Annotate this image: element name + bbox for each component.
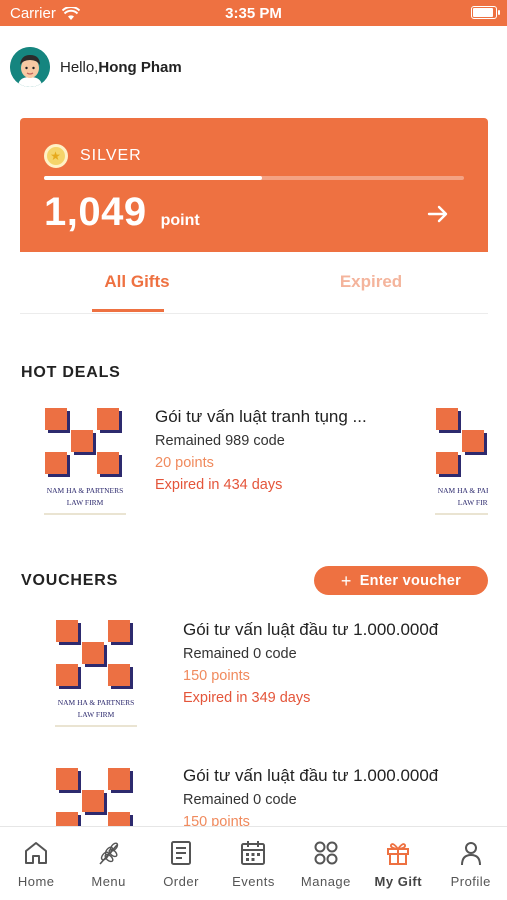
tab-profile-label: Profile — [450, 874, 491, 889]
person-icon — [460, 842, 481, 866]
tier-progress-bar — [44, 176, 464, 180]
deal-points: 20 points — [155, 455, 214, 471]
tier-badge: ★ SILVER — [44, 144, 142, 168]
document-icon — [171, 841, 192, 865]
avatar-illustration-icon — [10, 47, 50, 87]
deal-expiry: Expired in 434 days — [155, 477, 283, 493]
tab-my-gift[interactable]: My Gift — [362, 827, 434, 900]
voucher-title: Gói tư vấn luật đầu tư 1.000.000đ — [183, 766, 439, 785]
deal-title: Gói tư vấn luật tranh tụng ... — [155, 407, 367, 426]
tab-expired[interactable]: Expired — [254, 252, 488, 313]
membership-card[interactable]: ★ SILVER 1,049 point — [20, 118, 488, 252]
user-name: Hong Pham — [98, 58, 182, 76]
tab-menu-label: Menu — [91, 874, 126, 889]
enter-voucher-label: Enter voucher — [359, 572, 462, 589]
voucher-logo[interactable]: NAM HA & PARTNERS LAW FIRM — [53, 617, 139, 729]
enter-voucher-button[interactable]: + Enter voucher — [314, 566, 488, 595]
tab-order-label: Order — [163, 874, 199, 889]
deal-logo-partial[interactable]: NAM HA & PARTNERS LAW FIRM — [433, 405, 488, 517]
svg-text:LAW FIRM: LAW FIRM — [67, 498, 104, 507]
deal-logo[interactable]: NAM HA & PARTNERS LAW FIRM — [42, 405, 128, 517]
law-firm-logo-icon: NAM HA & PARTNERS LAW FIRM — [44, 408, 126, 515]
voucher-remained: Remained 0 code — [183, 792, 297, 808]
tab-profile[interactable]: Profile — [435, 827, 507, 900]
hot-deals-title: HOT DEALS — [21, 364, 121, 381]
tab-menu[interactable]: Menu — [72, 827, 144, 900]
tab-home[interactable]: Home — [0, 827, 72, 900]
voucher-item[interactable]: Gói tư vấn luật đầu tư 1.000.000đ Remain… — [183, 766, 483, 826]
svg-text:LAW FIRM: LAW FIRM — [458, 498, 488, 507]
law-firm-logo-icon: NAM HA & PARTNERS LAW FIRM — [435, 408, 488, 515]
arrow-right-icon[interactable] — [426, 202, 450, 226]
battery-icon — [471, 6, 500, 19]
svg-text:NAM HA & PARTNERS: NAM HA & PARTNERS — [58, 698, 135, 707]
tab-order[interactable]: Order — [145, 827, 217, 900]
tab-expired-label: Expired — [339, 272, 403, 291]
star-medal-icon: ★ — [44, 144, 68, 168]
law-firm-logo-icon — [56, 768, 133, 826]
points-display: 1,049 point — [44, 190, 200, 235]
plus-icon: + — [340, 570, 352, 591]
voucher-remained: Remained 0 code — [183, 646, 297, 662]
svg-text:NAM HA & PARTNERS: NAM HA & PARTNERS — [438, 486, 488, 495]
deal-remained: Remained 989 code — [155, 433, 285, 449]
voucher-points: 150 points — [183, 814, 250, 826]
calendar-icon — [241, 841, 266, 865]
tab-all-gifts[interactable]: All Gifts — [20, 252, 254, 313]
svg-text:LAW FIRM: LAW FIRM — [78, 710, 115, 719]
wheat-icon — [99, 842, 118, 865]
hot-deal-item[interactable]: Gói tư vấn luật tranh tụng ... Remained … — [155, 405, 400, 493]
gift-icon — [387, 843, 410, 865]
greeting-header: Hello,Hong Pham — [10, 47, 182, 87]
voucher-title: Gói tư vấn luật đầu tư 1.000.000đ — [183, 620, 439, 639]
greeting-prefix: Hello, — [60, 58, 99, 76]
greeting-text: Hello,Hong Pham — [60, 59, 182, 76]
bottom-tab-bar: Home Menu Order Events Manage My Gift Pr… — [0, 826, 507, 900]
tab-my-gift-label: My Gift — [374, 874, 423, 889]
active-tab-indicator — [92, 309, 164, 312]
home-icon — [25, 842, 48, 864]
status-bar: Carrier 3:35 PM — [0, 0, 507, 26]
voucher-item[interactable]: Gói tư vấn luật đầu tư 1.000.000đ Remain… — [183, 620, 483, 706]
tab-events[interactable]: Events — [217, 827, 289, 900]
voucher-points: 150 points — [183, 668, 250, 684]
law-firm-logo-icon: NAM HA & PARTNERS LAW FIRM — [55, 620, 137, 727]
points-unit: point — [160, 212, 200, 229]
vouchers-title: VOUCHERS — [21, 572, 119, 589]
tab-events-label: Events — [232, 874, 275, 889]
svg-text:NAM HA & PARTNERS: NAM HA & PARTNERS — [47, 486, 124, 495]
voucher-expiry: Expired in 349 days — [183, 690, 311, 706]
tab-manage[interactable]: Manage — [290, 827, 362, 900]
tier-progress-fill — [44, 176, 263, 180]
tier-label: SILVER — [80, 147, 142, 164]
voucher-logo[interactable] — [53, 765, 139, 826]
points-value: 1,049 — [44, 190, 147, 234]
avatar[interactable] — [10, 47, 50, 87]
clock: 3:35 PM — [225, 5, 282, 22]
gift-tabs: All Gifts Expired — [20, 252, 488, 314]
tab-all-gifts-label: All Gifts — [104, 272, 170, 291]
grid-circles-icon — [314, 841, 338, 865]
tab-home-label: Home — [17, 874, 55, 889]
tab-manage-label: Manage — [300, 874, 351, 889]
